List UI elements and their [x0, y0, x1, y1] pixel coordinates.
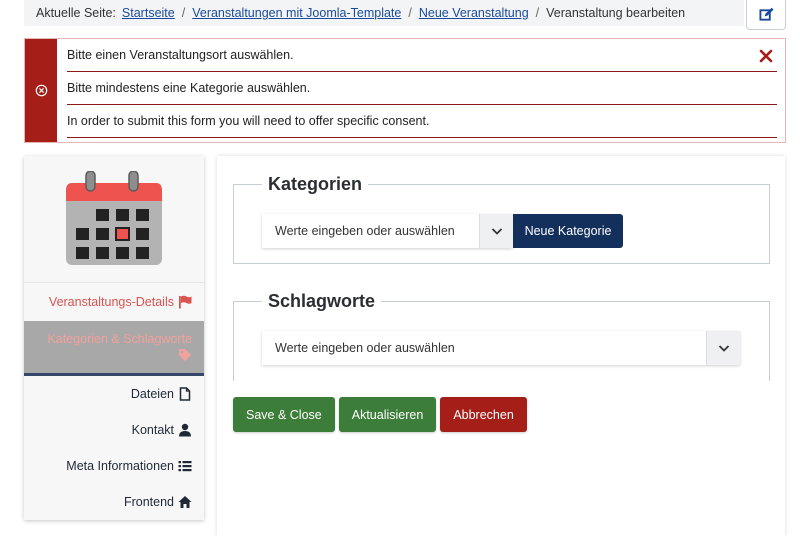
- sidebar-item-contact[interactable]: Kontakt: [24, 412, 204, 448]
- breadcrumb-separator: /: [181, 6, 186, 20]
- sidebar-item-label: Veranstaltungs-Details: [48, 295, 174, 309]
- cancel-button[interactable]: Abbrechen: [440, 397, 527, 432]
- user-icon: [179, 423, 191, 437]
- flag-icon: [179, 295, 192, 309]
- sidebar-item-meta[interactable]: Meta Informationen: [24, 448, 204, 484]
- home-icon: [178, 496, 192, 508]
- error-alert: Bitte einen Veranstaltungsort auswählen.…: [24, 38, 786, 143]
- list-icon: [178, 461, 192, 472]
- save-close-button[interactable]: Save & Close: [233, 397, 335, 432]
- sidebar-item-label: Kategorien & Schlagworte: [47, 332, 192, 346]
- edit-button[interactable]: [746, 0, 786, 30]
- tags-legend: Schlagworte: [268, 291, 376, 311]
- tags-placeholder: Werte eingeben oder auswählen: [275, 341, 455, 355]
- sidebar: Veranstaltungs-Details Kategorien & Schl…: [24, 156, 204, 520]
- breadcrumb-separator: /: [408, 6, 412, 20]
- file-icon: [179, 387, 191, 401]
- close-icon[interactable]: [759, 49, 773, 63]
- breadcrumb-link-new-event[interactable]: Neue Veranstaltung: [419, 6, 529, 20]
- alert-bar: [25, 39, 57, 142]
- sidebar-item-categories[interactable]: Kategorien & Schlagworte: [24, 321, 204, 376]
- chevron-down-icon[interactable]: [706, 331, 740, 365]
- form-actions: Save & Close Aktualisieren Abbrechen: [233, 397, 527, 432]
- breadcrumb: Aktuelle Seite: Startseite / Veranstaltu…: [24, 0, 744, 26]
- new-category-button[interactable]: Neue Kategorie: [513, 214, 623, 248]
- calendar-logo: [24, 156, 204, 283]
- calendar-icon: [66, 171, 162, 265]
- alert-message: Bitte mindestens eine Kategorie auswähle…: [67, 72, 777, 105]
- tags-select[interactable]: Werte eingeben oder auswählen: [262, 331, 740, 365]
- breadcrumb-link-events[interactable]: Veranstaltungen mit Joomla-Template: [192, 6, 401, 20]
- breadcrumb-current: Veranstaltung bearbeiten: [546, 6, 686, 20]
- error-circle-icon: [35, 84, 47, 97]
- alert-body: Bitte einen Veranstaltungsort auswählen.…: [57, 39, 785, 142]
- breadcrumb-link-home[interactable]: Startseite: [122, 6, 175, 20]
- update-button[interactable]: Aktualisieren: [338, 397, 437, 432]
- sidebar-item-label: Dateien: [130, 387, 174, 401]
- alert-message: Bitte einen Veranstaltungsort auswählen.: [67, 39, 777, 72]
- sidebar-item-details[interactable]: Veranstaltungs-Details: [24, 283, 204, 321]
- tag-icon: [179, 349, 191, 361]
- breadcrumb-separator: /: [535, 6, 540, 20]
- sidebar-item-label: Frontend: [123, 495, 174, 509]
- sidebar-item-files[interactable]: Dateien: [24, 376, 204, 412]
- edit-icon: [758, 7, 774, 21]
- sidebar-item-label: Meta Informationen: [66, 459, 174, 473]
- categories-legend: Kategorien: [268, 174, 363, 194]
- categories-placeholder: Werte eingeben oder auswählen: [275, 224, 455, 238]
- chevron-down-icon[interactable]: [479, 214, 513, 248]
- sidebar-item-label: Kontakt: [131, 423, 174, 437]
- alert-message: In order to submit this form you will ne…: [67, 105, 777, 138]
- sidebar-item-frontend[interactable]: Frontend: [24, 484, 204, 520]
- categories-select[interactable]: Werte eingeben oder auswählen: [262, 214, 513, 248]
- breadcrumb-label: Aktuelle Seite:: [36, 6, 116, 20]
